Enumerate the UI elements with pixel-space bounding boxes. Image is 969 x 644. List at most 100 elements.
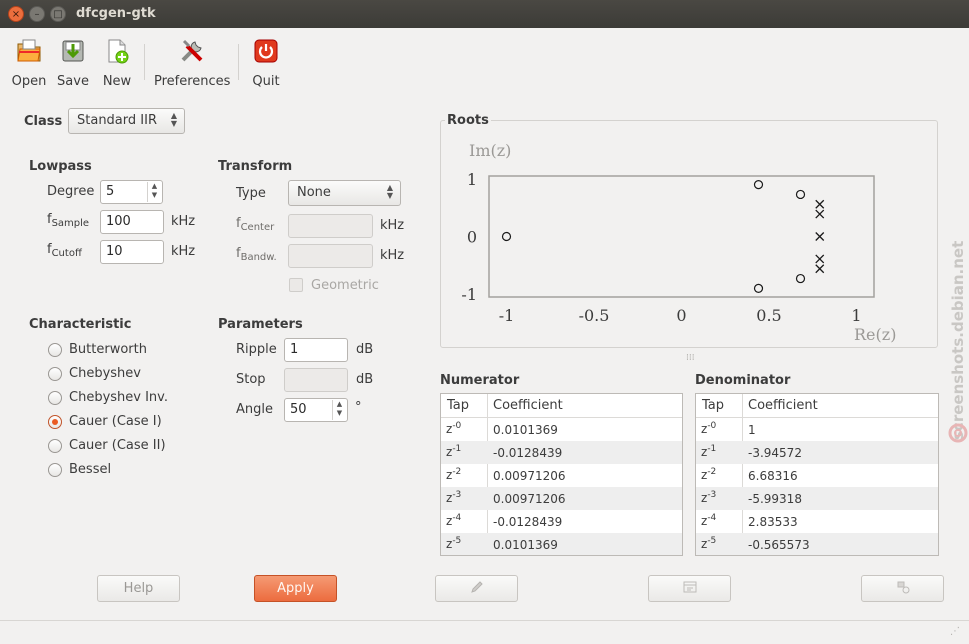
class-combo[interactable]: Standard IIR ▲ ▼ (68, 108, 185, 134)
tap-exponent: -4 (707, 513, 717, 523)
transform-type-value: None (297, 185, 331, 200)
angle-spinner[interactable]: 50 ▲ ▼ (284, 398, 348, 422)
zero-marker (795, 189, 806, 200)
tap-exponent: -2 (452, 467, 462, 477)
power-icon (254, 39, 278, 63)
stop-input[interactable] (284, 368, 348, 392)
radio-bessel-label[interactable]: Bessel (69, 462, 111, 477)
table-row[interactable]: z-3 -5.99318 (696, 487, 938, 510)
tap-cell: z-1 (446, 444, 461, 459)
numerator-header: Tap Coefficient (441, 394, 682, 418)
tap-cell: z-3 (446, 490, 461, 505)
radio-chebyshev[interactable] (48, 367, 62, 381)
spin-arrows-icon[interactable]: ▲ ▼ (332, 400, 346, 420)
help-button[interactable]: Help (97, 575, 180, 602)
x-tick-label: 1 (851, 306, 861, 325)
stop-unit: dB (356, 372, 374, 387)
tap-cell: z-5 (446, 536, 461, 551)
coefficient-cell: 0.00971206 (493, 492, 566, 506)
geometric-checkbox[interactable] (289, 278, 303, 292)
fcenter-input[interactable] (288, 214, 373, 238)
table-row[interactable]: z-0 1 (696, 418, 938, 441)
tap-exponent: -4 (452, 513, 462, 523)
table-row[interactable]: z-0 0.0101369 (441, 418, 682, 441)
radio-chebyshev-label[interactable]: Chebyshev (69, 366, 141, 381)
transform-type-combo[interactable]: None ▲ ▼ (288, 180, 401, 206)
table-row[interactable]: z-2 0.00971206 (441, 464, 682, 487)
tap-cell: z-0 (446, 421, 461, 436)
convert-button[interactable] (861, 575, 944, 602)
zero-marker (753, 180, 764, 190)
radio-cauer-case-2-label[interactable]: Cauer (Case II) (69, 438, 166, 453)
table-row[interactable]: z-1 -3.94572 (696, 441, 938, 464)
new-label: New (102, 74, 132, 89)
maximize-window-button[interactable]: □ (50, 6, 66, 22)
radio-chebyshev-inv-label[interactable]: Chebyshev Inv. (69, 390, 168, 405)
preferences-button[interactable]: Preferences (154, 38, 230, 89)
table-row[interactable]: z-3 0.00971206 (441, 487, 682, 510)
numerator-col-coefficient[interactable]: Coefficient (493, 398, 563, 413)
x-tick-label: 0.5 (756, 306, 781, 325)
fsample-input[interactable]: 100 (100, 210, 164, 234)
coefficient-cell: -3.94572 (748, 446, 802, 460)
degree-label: Degree (47, 184, 95, 199)
window-title: dfcgen-gtk (76, 6, 156, 21)
y-axis-label: Im(z) (469, 141, 511, 160)
info-button[interactable] (648, 575, 731, 602)
numerator-col-tap[interactable]: Tap (447, 398, 469, 413)
resize-grip-icon[interactable]: ⋰ (950, 626, 960, 637)
numerator-table[interactable]: Tap Coefficient z-0 0.0101369 z-1 -0.012843… (440, 393, 683, 556)
roots-plot[interactable]: Im(z)Re(z)10-1-1 -0.5 0 0.5 1 (441, 130, 937, 347)
ripple-input[interactable]: 1 (284, 338, 348, 362)
x-tick-label: 0 (676, 306, 686, 325)
denominator-table[interactable]: Tap Coefficient z-0 1 z-1 -3.94572 z-2 6.6831… (695, 393, 939, 556)
table-row[interactable]: z-1 -0.0128439 (441, 441, 682, 464)
radio-cauer-case-1[interactable] (48, 415, 62, 429)
table-row[interactable]: z-4 -0.0128439 (441, 510, 682, 533)
fbandw-input[interactable] (288, 244, 373, 268)
minimize-window-button[interactable]: – (29, 6, 45, 22)
apply-button[interactable]: Apply (254, 575, 337, 602)
coefficient-cell: -0.0128439 (493, 515, 563, 529)
radio-bessel[interactable] (48, 463, 62, 477)
spin-arrows-icon[interactable]: ▲ ▼ (147, 182, 161, 202)
updown-arrows-icon: ▲ ▼ (386, 183, 393, 200)
tap-exponent: -3 (707, 490, 717, 500)
radio-butterworth-label[interactable]: Butterworth (69, 342, 147, 357)
radio-butterworth[interactable] (48, 343, 62, 357)
coefficient-cell: 6.68316 (748, 469, 798, 483)
new-button[interactable]: New (100, 38, 134, 89)
quit-label: Quit (252, 74, 280, 89)
radio-chebyshev-inv[interactable] (48, 391, 62, 405)
statusbar-divider (0, 620, 969, 621)
table-row[interactable]: z-5 -0.565573 (696, 533, 938, 555)
denominator-col-tap[interactable]: Tap (702, 398, 724, 413)
quit-button[interactable]: Quit (250, 38, 282, 89)
tap-cell: z-2 (701, 467, 716, 482)
table-row[interactable]: z-5 0.0101369 (441, 533, 682, 555)
fbandw-label: fBandw. (236, 246, 277, 263)
denominator-title: Denominator (695, 373, 791, 388)
degree-spinner[interactable]: 5 ▲ ▼ (100, 180, 163, 204)
pane-handle-icon[interactable]: ⁞⁞⁞ (686, 353, 695, 363)
tools-icon (181, 39, 203, 62)
coefficient-cell: 0.00971206 (493, 469, 566, 483)
radio-cauer-case-1-label[interactable]: Cauer (Case I) (69, 414, 162, 429)
transform-type-label: Type (236, 186, 266, 201)
save-button[interactable]: Save (56, 38, 90, 89)
pole-marker (815, 264, 825, 274)
edit-button[interactable] (435, 575, 518, 602)
tap-cell: z-0 (701, 421, 716, 436)
close-window-button[interactable]: × (8, 6, 24, 22)
stop-label: Stop (236, 372, 266, 387)
angle-label: Angle (236, 402, 273, 417)
table-row[interactable]: z-2 6.68316 (696, 464, 938, 487)
fcutoff-input[interactable]: 10 (100, 240, 164, 264)
pencil-icon (470, 581, 483, 593)
denominator-col-coefficient[interactable]: Coefficient (748, 398, 818, 413)
table-row[interactable]: z-4 2.83533 (696, 510, 938, 533)
radio-cauer-case-2[interactable] (48, 439, 62, 453)
geometric-label: Geometric (311, 278, 379, 293)
coefficient-cell: -5.99318 (748, 492, 802, 506)
open-button[interactable]: Open (10, 38, 48, 89)
